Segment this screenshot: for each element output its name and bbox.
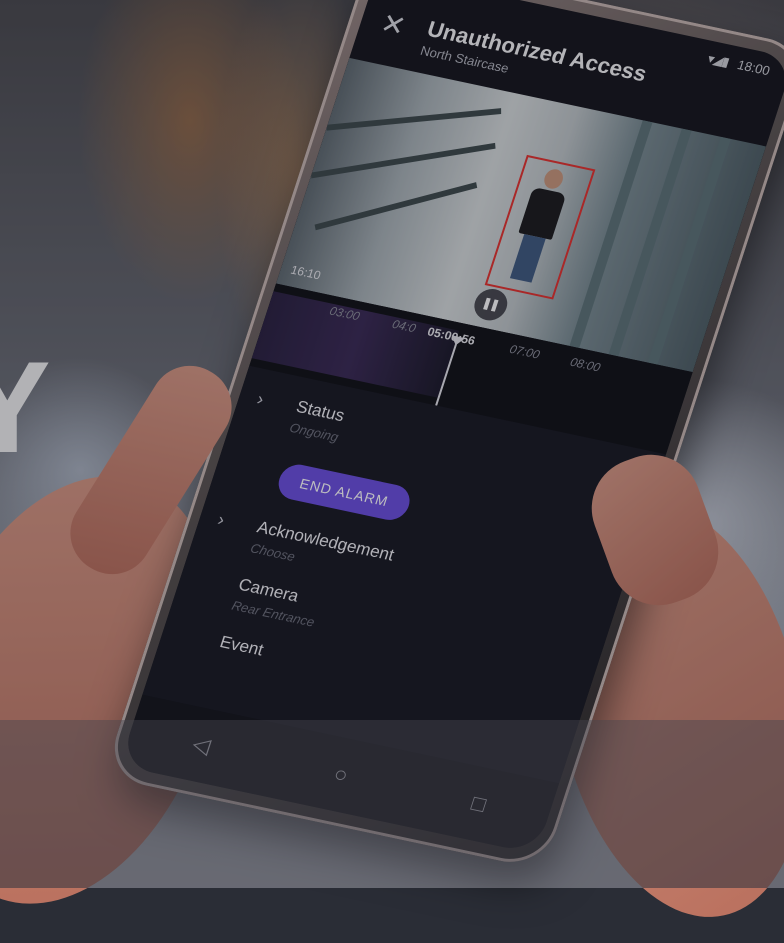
end-alarm-button[interactable]: END ALARM — [273, 461, 415, 524]
signal-icon: ▾◢▮ — [705, 50, 731, 70]
video-start-time: 16:10 — [288, 262, 323, 283]
window-frame — [569, 120, 653, 349]
pause-icon[interactable] — [470, 286, 512, 324]
chevron-right-icon[interactable]: › — [215, 509, 227, 530]
detection-box — [484, 154, 596, 300]
camera-value: Rear Entrance — [229, 597, 317, 630]
timeline-tick: 08:00 — [568, 354, 603, 375]
background-letter: Y — [0, 334, 53, 480]
window-frame — [647, 136, 731, 365]
status-bar: ▾◢▮ 18:00 — [705, 50, 772, 79]
chevron-right-icon[interactable]: › — [254, 389, 266, 410]
event-label: Event — [217, 632, 266, 660]
window-frame — [608, 128, 692, 357]
stair-rail — [326, 108, 502, 131]
bottom-overlay-band — [0, 720, 784, 888]
status-time: 18:00 — [735, 57, 772, 79]
stair-rail — [314, 182, 478, 231]
close-icon[interactable]: ✕ — [377, 7, 410, 43]
timeline-tick: 07:00 — [507, 341, 542, 362]
stair-rail — [310, 142, 496, 179]
